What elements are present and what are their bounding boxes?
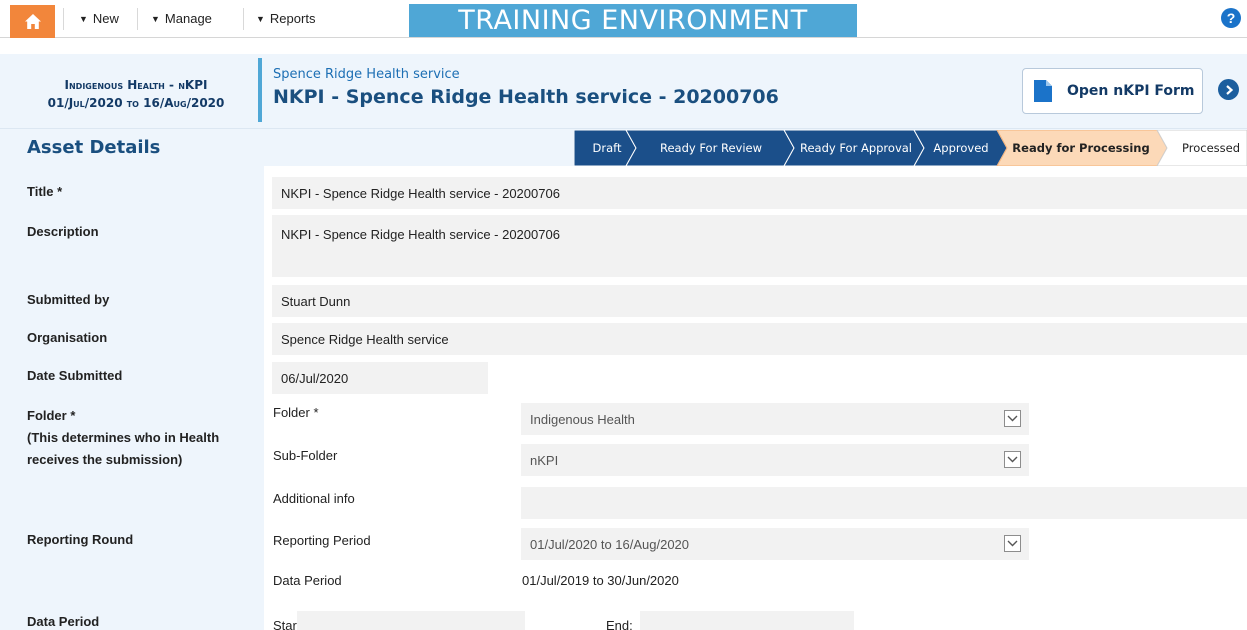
open-form-label: Open nKPI Form xyxy=(1067,83,1195,99)
asset-title: NKPI - Spence Ridge Health service - 202… xyxy=(273,86,779,108)
chevron-right-icon[interactable] xyxy=(1218,79,1239,100)
reporting-period-select[interactable]: 01/Jul/2020 to 16/Aug/2020 xyxy=(521,528,1029,560)
folder-select[interactable]: Indigenous Health xyxy=(521,403,1029,435)
reports-menu-label: Reports xyxy=(269,11,316,26)
nav-divider xyxy=(137,8,138,30)
nav-divider xyxy=(63,8,64,30)
caret-down-icon: ▼ xyxy=(256,13,265,24)
folder-select-label: Folder * xyxy=(273,405,319,420)
manage-menu[interactable]: ▼ Manage xyxy=(151,11,212,26)
description-field[interactable]: NKPI - Spence Ridge Health service - 202… xyxy=(272,215,1247,277)
organisation-field: Spence Ridge Health service xyxy=(272,323,1247,355)
data-period-sub-label: Data Period xyxy=(273,573,342,588)
top-nav-bar: ▼ New ▼ Manage ▼ Reports TRAINING ENVIRO… xyxy=(0,0,1247,38)
workflow-label-draft: Draft xyxy=(593,141,622,155)
date-submitted-label: Date Submitted xyxy=(27,368,123,383)
additional-info-field[interactable] xyxy=(521,487,1247,519)
additional-info-label: Additional info xyxy=(273,491,355,506)
folder-note-line1: (This determines who in Health xyxy=(27,430,220,445)
question-icon[interactable]: ? xyxy=(1221,8,1241,28)
training-environment-banner: TRAINING ENVIRONMENT xyxy=(409,4,857,37)
end-date-field[interactable] xyxy=(640,611,854,630)
new-menu[interactable]: ▼ New xyxy=(79,11,119,26)
new-menu-label: New xyxy=(92,11,119,26)
workflow-label-ready-for-processing: Ready for Processing xyxy=(1012,141,1149,155)
folder-label: Folder * xyxy=(27,408,76,423)
caret-down-icon: ▼ xyxy=(79,13,88,24)
collection-dates: 01/Jul/2020 to 16/Aug/2020 xyxy=(47,96,225,110)
reporting-collection: Indigenous Health - nKPI 01/Jul/2020 to … xyxy=(14,76,258,120)
workflow-label-approved: Approved xyxy=(933,141,988,155)
workflow-label-processed: Processed xyxy=(1182,141,1240,155)
caret-down-icon: ▼ xyxy=(151,13,160,24)
workflow-progress: Draft Ready For Review Ready For Approva… xyxy=(574,130,1247,166)
chevron-down-icon[interactable] xyxy=(1004,535,1021,552)
title-label: Title * xyxy=(27,184,63,199)
organisation-label: Organisation xyxy=(27,330,108,345)
reports-menu[interactable]: ▼ Reports xyxy=(256,11,315,26)
submitted-by-label: Submitted by xyxy=(27,292,110,307)
start-date-field[interactable] xyxy=(297,611,525,630)
organisation-link[interactable]: Spence Ridge Health service xyxy=(273,67,460,82)
workflow-label-ready-for-approval: Ready For Approval xyxy=(800,141,912,155)
title-field[interactable]: NKPI - Spence Ridge Health service - 202… xyxy=(272,177,1247,209)
subfolder-select[interactable]: nKPI xyxy=(521,444,1029,476)
submitted-by-field: Stuart Dunn xyxy=(272,285,1247,317)
folder-note-line2: receives the submission) xyxy=(27,452,183,467)
description-label: Description xyxy=(27,224,99,239)
home-icon xyxy=(24,14,41,29)
reporting-round-label: Reporting Round xyxy=(27,532,134,547)
header-divider xyxy=(258,58,262,122)
workflow-label-ready-for-review: Ready For Review xyxy=(660,141,762,155)
subfolder-select-label: Sub-Folder xyxy=(273,448,338,463)
home-button[interactable] xyxy=(10,5,55,38)
collection-name: Indigenous Health - nKPI xyxy=(64,78,208,92)
date-submitted-field: 06/Jul/2020 xyxy=(272,362,488,394)
data-period-label: Data Period xyxy=(27,614,100,629)
manage-menu-label: Manage xyxy=(164,11,212,26)
open-nkpi-form-button[interactable]: Open nKPI Form xyxy=(1022,68,1203,114)
document-icon xyxy=(1034,80,1052,102)
chevron-down-icon[interactable] xyxy=(1004,410,1021,427)
reporting-period-label: Reporting Period xyxy=(273,533,371,548)
section-title: Asset Details xyxy=(27,137,161,158)
nav-divider xyxy=(243,8,244,30)
end-label: End: xyxy=(606,618,633,630)
data-period-value: 01/Jul/2019 to 30/Jun/2020 xyxy=(522,573,679,588)
chevron-down-icon[interactable] xyxy=(1004,451,1021,468)
